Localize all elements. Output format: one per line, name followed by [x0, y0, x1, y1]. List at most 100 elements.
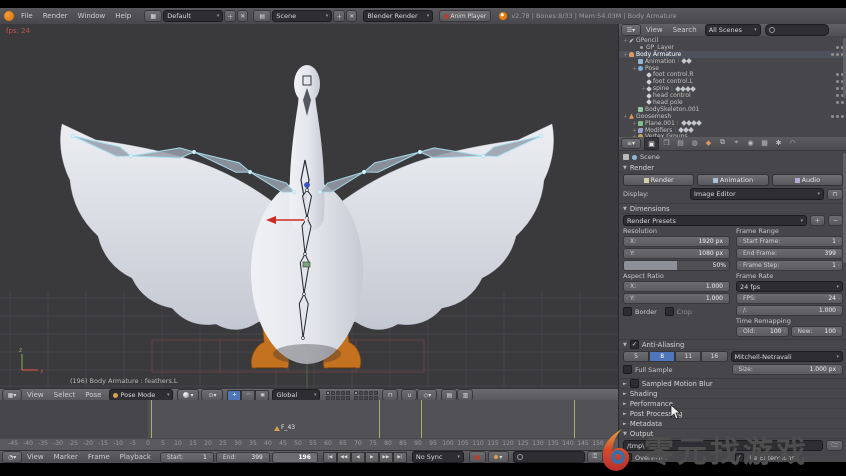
- outliner-item-head-control[interactable]: head control: [619, 92, 846, 99]
- play-reverse-button[interactable]: ◀: [351, 452, 365, 463]
- menu-file[interactable]: File: [16, 9, 38, 24]
- properties-tab-render[interactable]: ▣: [644, 137, 659, 150]
- outliner-item-pose[interactable]: ＋Pose: [619, 65, 846, 72]
- jump-end-button[interactable]: ▶|: [393, 452, 407, 463]
- layer-toggle[interactable]: [354, 391, 358, 395]
- fps-base-field[interactable]: ‹/: 1.000›: [736, 305, 843, 316]
- layer-toggle[interactable]: [331, 391, 335, 395]
- aa-samples-11[interactable]: 11: [675, 351, 701, 362]
- layer-toggle[interactable]: [346, 391, 350, 395]
- shading-panel-header[interactable]: ►Shading: [619, 389, 846, 399]
- properties-tab-texture[interactable]: ▦: [758, 137, 771, 148]
- layer-toggle[interactable]: [374, 391, 378, 395]
- resolution-x-field[interactable]: ‹X: 1920 px›: [623, 236, 730, 247]
- keyframe-line[interactable]: [421, 400, 422, 438]
- outliner-item-foot-control-l[interactable]: foot control.L: [619, 78, 846, 85]
- timeline-ruler[interactable]: -45-40-35-30-25-20-15-10-505101520253035…: [0, 438, 618, 450]
- scene-layers-grid[interactable]: [354, 391, 378, 400]
- restriction-toggle-icon[interactable]: [836, 46, 839, 49]
- aspect-y-field[interactable]: ‹Y: 1.000›: [623, 293, 730, 304]
- manipulator-rotate-button[interactable]: ◠: [241, 390, 255, 401]
- display-dropdown[interactable]: Image Editor▾: [690, 188, 824, 200]
- properties-tab-particles[interactable]: ✱: [772, 137, 785, 148]
- layout-selector-icon[interactable]: ▦: [144, 10, 162, 22]
- border-checkbox[interactable]: Border: [623, 307, 657, 316]
- restriction-toggle-icon[interactable]: [831, 53, 834, 56]
- layer-toggle[interactable]: [369, 396, 373, 400]
- keyframe-line[interactable]: [574, 400, 575, 438]
- render-panel-header[interactable]: ▼Render: [619, 163, 846, 173]
- bone-joint[interactable]: [318, 190, 322, 194]
- sync-dropdown[interactable]: No Sync▾: [412, 451, 464, 463]
- sub-icon[interactable]: [688, 127, 694, 133]
- outliner-item-gpencil[interactable]: ＋GPencil: [619, 37, 846, 44]
- time-remap-old-field[interactable]: ‹Old: 100›: [736, 326, 789, 337]
- post-processing-panel-header[interactable]: ►Post Processing: [619, 409, 846, 419]
- layer-toggle[interactable]: [364, 391, 368, 395]
- expander-icon[interactable]: ＋: [632, 65, 637, 72]
- bone-joint[interactable]: [418, 150, 422, 154]
- bone-joint[interactable]: [192, 150, 196, 154]
- timeline-marker[interactable]: F_43: [277, 426, 280, 431]
- bone-joint[interactable]: [481, 154, 485, 158]
- expander-icon[interactable]: ＋: [623, 51, 628, 58]
- menu-window[interactable]: Window: [73, 9, 111, 24]
- timeline-menu-view[interactable]: View: [22, 450, 49, 465]
- start-frame-field[interactable]: ‹Start: 1›: [160, 452, 214, 463]
- outliner-item-animation[interactable]: Animation|: [619, 58, 846, 65]
- dimensions-panel-header[interactable]: ▼Dimensions: [619, 204, 846, 214]
- outliner-item-modifiers[interactable]: ＋Modifiers|: [619, 127, 846, 134]
- layer-toggle[interactable]: [359, 391, 363, 395]
- current-frame-field[interactable]: ‹196›: [272, 452, 318, 463]
- display-lock-button[interactable]: ⊓: [827, 189, 843, 200]
- restriction-toggle-icon[interactable]: [836, 87, 839, 90]
- layer-toggle[interactable]: [354, 396, 358, 400]
- restriction-toggle-icon[interactable]: [841, 115, 844, 118]
- render-animation-button[interactable]: Animation: [697, 174, 768, 186]
- aa-filter-dropdown[interactable]: Mitchell-Netravali▾: [731, 351, 844, 362]
- viewport-3d[interactable]: x z fps: 24 (196) Body Armature : feathe…: [0, 24, 618, 388]
- layer-toggle[interactable]: [374, 396, 378, 400]
- panel-checkbox[interactable]: [630, 379, 639, 388]
- layer-toggle[interactable]: [326, 396, 330, 400]
- outliner-item-body-armature[interactable]: ＋Body Armature: [619, 51, 846, 58]
- outliner-menu-search[interactable]: Search: [668, 24, 702, 38]
- render-presets-dropdown[interactable]: Render Presets▾: [623, 215, 807, 226]
- record-button[interactable]: [469, 451, 486, 463]
- restriction-toggle-icon[interactable]: [836, 94, 839, 97]
- layer-toggle[interactable]: [359, 396, 363, 400]
- sub-icon[interactable]: [696, 120, 702, 126]
- bone-joint[interactable]: [362, 170, 366, 174]
- bone[interactable]: [320, 172, 364, 192]
- properties-tab-world[interactable]: ◍: [688, 137, 701, 148]
- scene-selector-icon[interactable]: ▤: [253, 10, 271, 22]
- expander-icon[interactable]: ＋: [623, 37, 628, 44]
- manipulator-translate-button[interactable]: ✛: [227, 390, 241, 401]
- bone-joint[interactable]: [292, 190, 296, 194]
- antialiasing-checkbox[interactable]: ✓: [630, 340, 639, 349]
- start-frame-prop-field[interactable]: ‹Start Frame: 1›: [736, 236, 843, 247]
- performance-panel-header[interactable]: ►Performance: [619, 399, 846, 409]
- aspect-x-field[interactable]: ‹X: 1.000›: [623, 281, 730, 292]
- sampled-motion-blur-panel-header[interactable]: ►Sampled Motion Blur: [619, 379, 846, 389]
- sub-icon[interactable]: [690, 86, 696, 92]
- properties-tab-material[interactable]: ◉: [744, 137, 757, 148]
- restriction-toggle-icon[interactable]: [836, 80, 839, 83]
- bone-joint[interactable]: [539, 134, 543, 138]
- layer-toggle[interactable]: [336, 391, 340, 395]
- scene-add-button[interactable]: ＋: [333, 10, 345, 22]
- outliner-item-head-pole[interactable]: head pole: [619, 99, 846, 106]
- properties-tab-object[interactable]: ◆: [702, 137, 715, 148]
- manipulator-scale-button[interactable]: ▣: [255, 390, 269, 401]
- properties-editor-type-button[interactable]: ≡▾: [621, 138, 641, 149]
- outliner-editor-type-button[interactable]: ☰▾: [621, 24, 641, 36]
- outliner-editor[interactable]: ☰▾ ViewSearch All Scenes▾ ＋GPencilGP_Lay…: [619, 24, 846, 138]
- outliner-item-plane-001[interactable]: ＋Plane.001|: [619, 120, 846, 127]
- bone-joint[interactable]: [304, 253, 307, 256]
- layout-delete-button[interactable]: ✕: [237, 10, 248, 22]
- bone-head-point[interactable]: [304, 182, 309, 187]
- properties-tab-scene[interactable]: ▤: [674, 137, 687, 148]
- layer-toggle[interactable]: [369, 391, 373, 395]
- armature-layers-grid[interactable]: [326, 391, 350, 400]
- bone-joint[interactable]: [248, 170, 252, 174]
